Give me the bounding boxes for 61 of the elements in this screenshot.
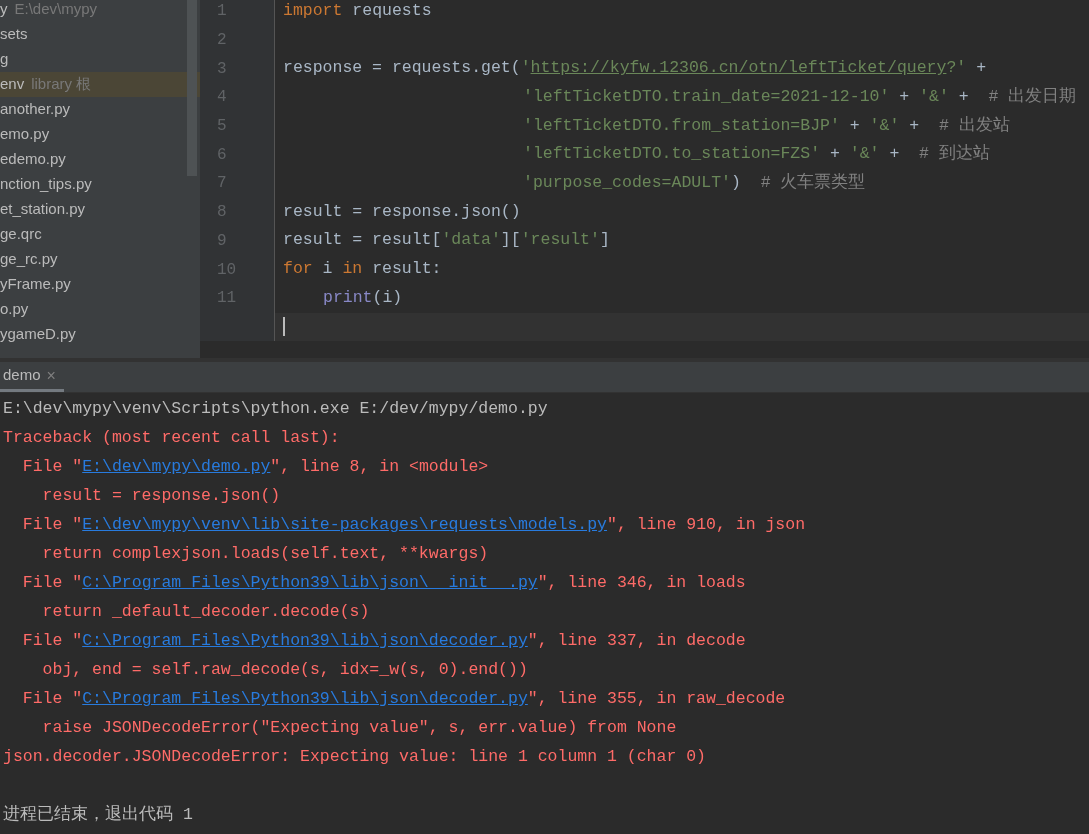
tree-item[interactable]: emo.py (0, 121, 200, 147)
file-name: ge.qrc (0, 223, 42, 244)
tree-item[interactable]: env library 根 (0, 71, 200, 97)
console-line: return complexjson.loads(self.text, **kwargs) (41, 543, 489, 566)
file-link[interactable]: C:\Program Files\Python39\lib\json\__init__.py (82, 573, 538, 593)
file-name: g (0, 48, 9, 69)
console-line: Traceback (most recent call last): (3, 427, 340, 450)
file-name: ygameD.py (0, 323, 76, 344)
console-line: E:\dev\mypy\venv\Scripts\python.exe E:/dev/mypy/demo.py (3, 398, 548, 421)
tree-item[interactable]: y E:\dev\mypy (0, 0, 200, 22)
tree-item[interactable]: o.py (0, 296, 200, 322)
file-name: ge_rc.py (0, 248, 58, 269)
console-line: File "C:\Program Files\Python39\lib\json\decoder.py", line 337, in decode (21, 630, 746, 653)
console-line: json.decoder.JSONDecodeError: Expecting value: line 1 column 1 (char 0) (3, 746, 706, 769)
file-name: emo.py (0, 123, 50, 144)
tree-item[interactable]: another.py (0, 96, 200, 122)
console-line: File "E:\dev\mypy\demo.py", line 8, in <module> (21, 456, 489, 479)
console-line: File "E:\dev\mypy\venv\lib\site-packages\requests\models.py", line 910, in json (21, 514, 806, 537)
console-line: raise JSONDecodeError("Expecting value", s, err.value) from None (41, 717, 677, 740)
console-line: obj, end = self.raw_decode(s, idx=_w(s, 0).end()) (41, 659, 528, 682)
file-link[interactable]: C:\Program Files\Python39\lib\json\decoder.py (82, 689, 528, 709)
console-line: return _default_decoder.decode(s) (41, 601, 370, 624)
tree-item[interactable]: yFrame.py (0, 271, 200, 297)
file-name: nction_tips.py (0, 173, 92, 194)
tree-item[interactable]: g (0, 46, 200, 72)
file-name: y (0, 0, 8, 19)
text-caret (283, 317, 285, 337)
code-line: print(i) (323, 286, 403, 309)
path-hint: E:\dev\mypy (14, 0, 98, 19)
code-line: 'purpose_codes=ADULT') # 火车票类型 (523, 172, 866, 195)
file-link[interactable]: E:\dev\mypy\venv\lib\site-packages\requests\models.py (82, 515, 607, 535)
tree-item[interactable]: ygameD.py (0, 321, 200, 347)
console-line: 进程已结束，退出代码 1 (3, 804, 193, 827)
code-line: 'leftTicketDTO.to_station=FZS' + '&' + # 到达站 (523, 143, 990, 166)
code-line: response = requests.get('https://kyfw.12306.cn/otn/leftTicket/query?' + (283, 57, 987, 80)
code-line: for i in result: (283, 258, 442, 281)
file-name: another.py (0, 98, 71, 119)
code-line: 'leftTicketDTO.from_station=BJP' + '&' + # 出发站 (523, 114, 1010, 137)
file-link[interactable]: C:\Program Files\Python39\lib\json\decoder.py (82, 631, 528, 651)
console-line: File "C:\Program Files\Python39\lib\json\__init__.py", line 346, in loads (21, 572, 746, 595)
console-line: result = response.json() (41, 485, 281, 508)
code-line: result = result['data']['result'] (283, 229, 610, 252)
code-line: import requests (283, 0, 432, 22)
console-line: File "C:\Program Files\Python39\lib\json\decoder.py", line 355, in raw_decode (21, 688, 786, 711)
tree-item[interactable]: ge.qrc (0, 221, 200, 247)
tree-item[interactable]: sets (0, 21, 200, 47)
code-line: 'leftTicketDTO.train_date=2021-12-10' + '&' + # 出发日期 (523, 86, 1077, 109)
file-name: o.py (0, 298, 29, 319)
tree-item[interactable]: edemo.py (0, 146, 200, 172)
file-name: et_station.py (0, 198, 86, 219)
tree-item[interactable]: ge_rc.py (0, 246, 200, 272)
code-line: result = response.json() (283, 200, 521, 223)
file-name: sets (0, 23, 28, 44)
tree-item[interactable]: et_station.py (0, 196, 200, 222)
path-hint: library 根 (31, 73, 92, 94)
scrollbar-thumb[interactable] (187, 0, 197, 176)
file-name: edemo.py (0, 148, 66, 169)
file-name: yFrame.py (0, 273, 71, 294)
tree-item[interactable]: nction_tips.py (0, 171, 200, 197)
file-name: env (0, 73, 25, 94)
file-link[interactable]: E:\dev\mypy\demo.py (82, 457, 271, 477)
